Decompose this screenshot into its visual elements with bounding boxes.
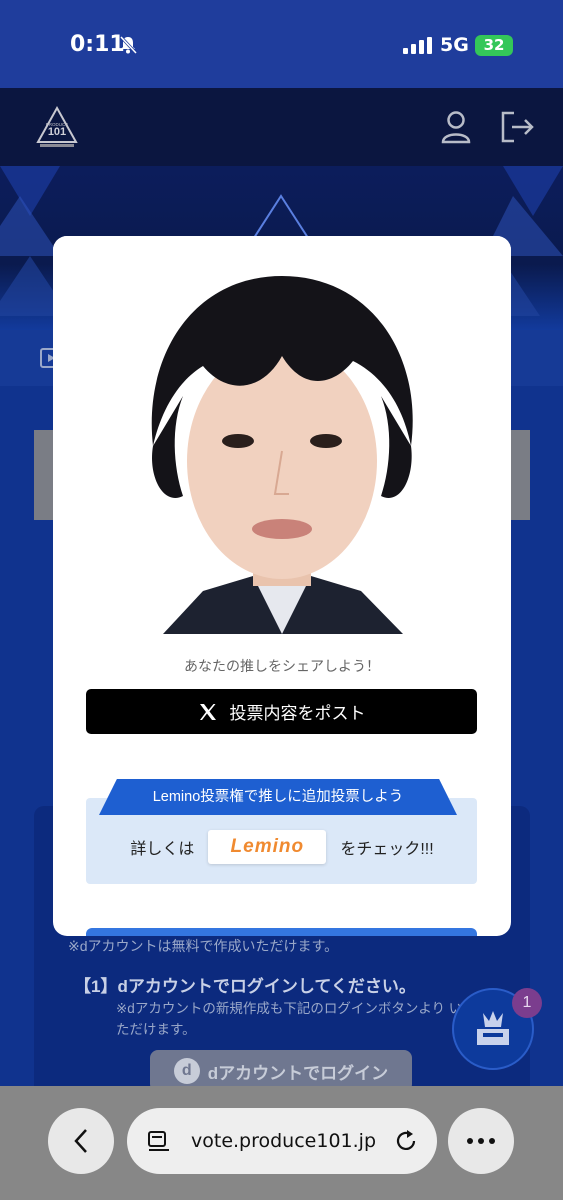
url-text: vote.produce101.jp [191, 1130, 377, 1152]
svg-text:PRODUCE: PRODUCE [46, 122, 69, 127]
user-icon[interactable] [440, 110, 472, 144]
chevron-left-icon [74, 1129, 87, 1153]
address-bar[interactable]: vote.produce101.jp [127, 1108, 437, 1174]
candidate-portrait [53, 236, 511, 634]
share-prompt: あなたの推しをシェアしよう！ [184, 658, 380, 674]
more-options-button[interactable] [448, 1108, 514, 1174]
account-note: ※dアカウントは無料で作成いただけます。 [68, 938, 339, 954]
status-time: 0:11 [70, 32, 125, 57]
status-bar: 0:11 5G 32 [0, 0, 563, 88]
post-button-label: 投票内容をポスト [229, 704, 366, 723]
modal-next-button[interactable] [86, 928, 477, 936]
battery-indicator: 32 [475, 35, 513, 56]
login-button-label: dアカウントでログイン [207, 1063, 389, 1083]
lemino-suffix: をチェック!!! [340, 841, 434, 858]
ballot-box-icon [477, 1011, 509, 1045]
lemino-prefix: 詳しくは [130, 841, 195, 858]
dot-icon [467, 1138, 473, 1144]
share-modal: あなたの推しをシェアしよう！ 投票内容をポスト Lemino投票権で推しに追加投… [53, 236, 511, 936]
d-logo-icon: d [173, 1058, 200, 1084]
page-menu-icon[interactable] [147, 1130, 171, 1152]
dot-icon [489, 1138, 495, 1144]
lemino-link-button[interactable]: Lemino [208, 830, 327, 864]
produce101-logo[interactable]: 101 PRODUCE [34, 104, 80, 150]
step1-note: ※dアカウントの新規作成も下記のログインボタンより いただけます。 [116, 1001, 463, 1037]
bell-muted-icon [119, 35, 138, 55]
step1-heading: 【1】dアカウントでログインしてください。 [74, 977, 416, 996]
lemino-promo-row: 詳しくは Lemino をチェック!!! [53, 830, 511, 864]
reload-icon[interactable] [393, 1128, 419, 1154]
post-to-x-button[interactable]: 投票内容をポスト [86, 689, 477, 734]
dot-icon [478, 1138, 484, 1144]
x-logo-icon [199, 703, 216, 720]
network-type: 5G [440, 34, 469, 56]
site-header: 101 PRODUCE [0, 88, 563, 166]
svg-text:101: 101 [48, 126, 66, 138]
lemino-ribbon: Lemino投票権で推しに追加投票しよう [99, 779, 457, 815]
logout-icon[interactable] [500, 110, 536, 144]
back-button[interactable] [48, 1108, 114, 1174]
vote-count-badge: 1 [512, 988, 542, 1018]
signal-icon [403, 37, 432, 54]
